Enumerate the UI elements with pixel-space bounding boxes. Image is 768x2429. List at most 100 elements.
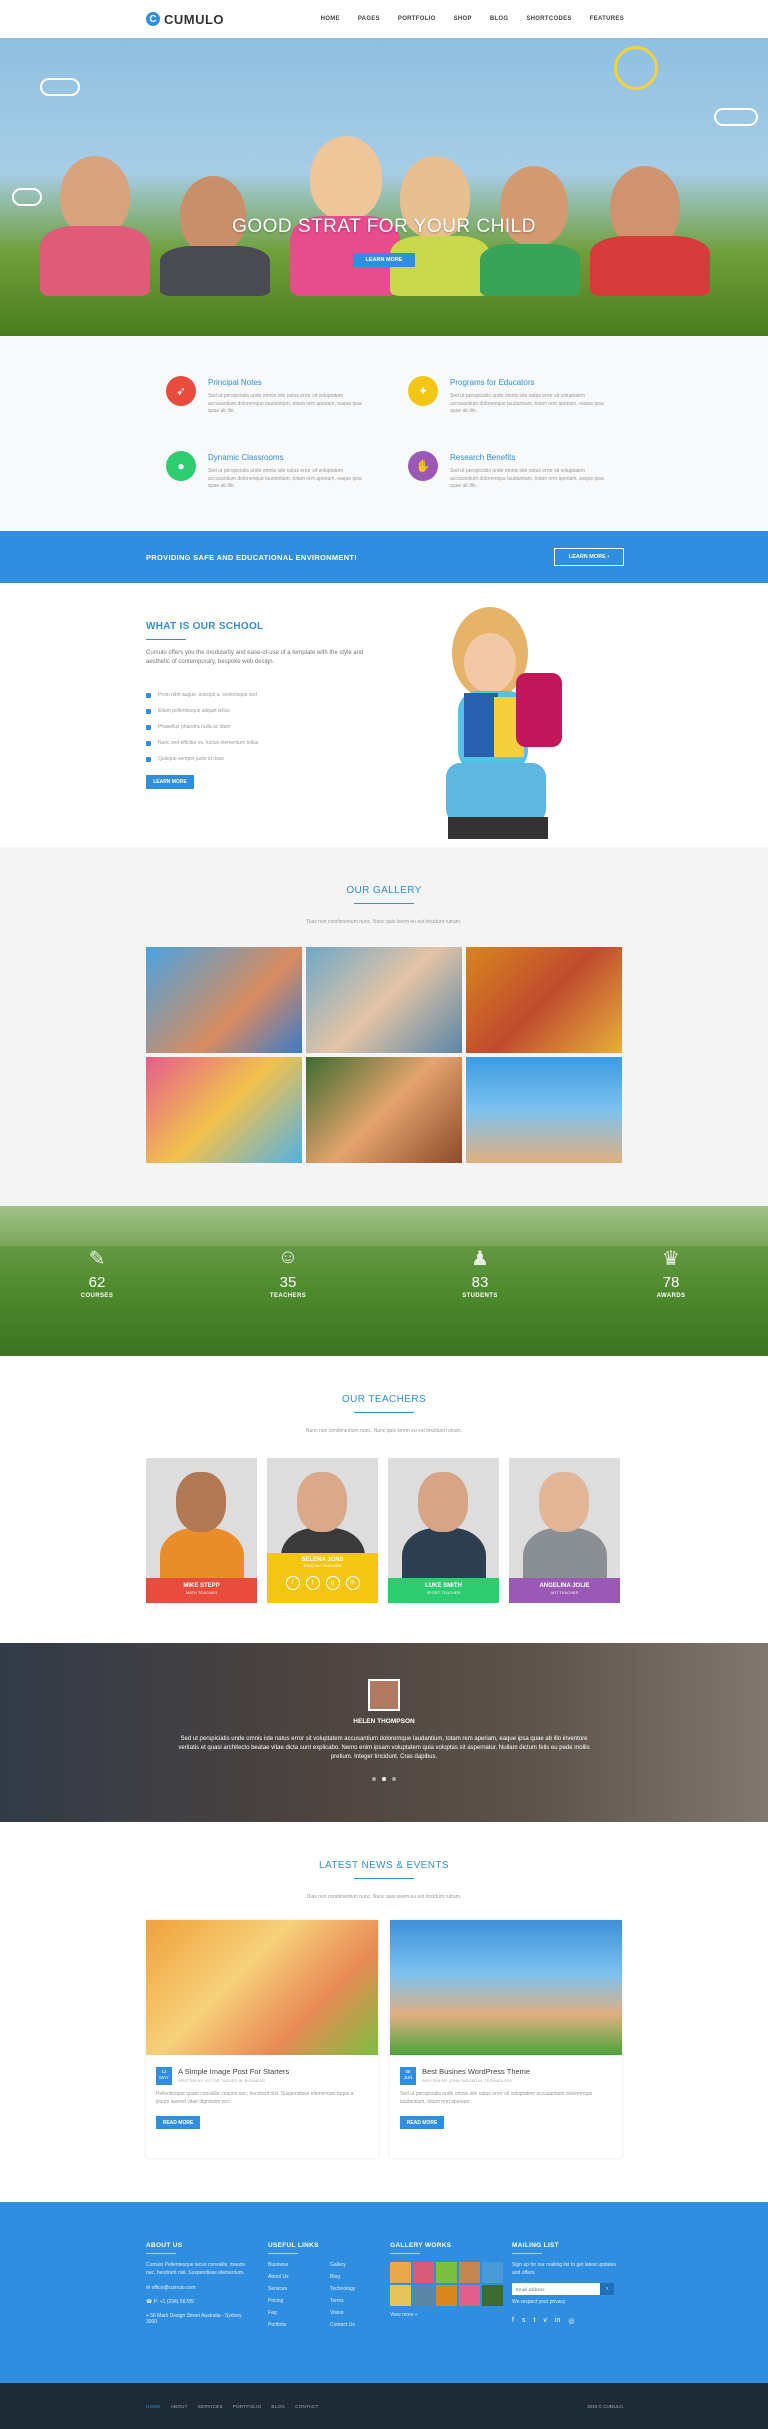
news-card: 08 JUN Best Busines WordPress Theme WRITTE… xyxy=(390,1920,622,2158)
nav-home[interactable]: HOME xyxy=(321,16,340,22)
email-input[interactable] xyxy=(512,2283,600,2295)
footer-link[interactable]: Vision xyxy=(330,2310,392,2316)
gallery-thumb[interactable] xyxy=(459,2262,480,2283)
gallery-image[interactable] xyxy=(466,947,622,1053)
gallery-thumb[interactable] xyxy=(482,2262,503,2283)
nav-blog[interactable]: BLOG xyxy=(490,16,509,22)
stat-awards: ♛ 78 AWARDS xyxy=(626,1246,716,1299)
news-date: 12 MAY xyxy=(156,2067,172,2085)
footer: ABOUT US Cumulo Pellentesque lacus conva… xyxy=(0,2202,768,2383)
footer-link[interactable]: Faq xyxy=(268,2310,330,2316)
news-title[interactable]: A Simple Image Post For Starters xyxy=(178,2067,289,2076)
google-icon[interactable]: g xyxy=(325,1576,340,1590)
stat-label: COURSES xyxy=(80,1293,114,1299)
school-section: WHAT IS OUR SCHOOL Cumulo offers you the… xyxy=(0,583,768,847)
skype-icon[interactable]: s xyxy=(522,2317,526,2325)
pagination-dot[interactable] xyxy=(392,1777,396,1781)
gallery-thumb[interactable] xyxy=(482,2285,503,2306)
gallery-thumb[interactable] xyxy=(413,2262,434,2283)
nav-shop[interactable]: SHOP xyxy=(454,16,472,22)
dribbble-icon[interactable]: ◎ xyxy=(568,2317,574,2325)
sun-doodle xyxy=(614,46,658,90)
feature-title: Principal Notes xyxy=(208,378,262,387)
footer-phone: ☎ P: +1 (234) 56789 xyxy=(146,2299,194,2305)
school-learn-more-button[interactable]: LEARN MORE xyxy=(146,775,194,789)
bottom-nav-portfolio[interactable]: PORTFOLIO xyxy=(233,2404,262,2409)
gallery-thumb[interactable] xyxy=(436,2262,457,2283)
bottom-bar: HOME ABOUT SERVICES PORTFOLIO BLOG CONTA… xyxy=(0,2383,768,2429)
hero-title: GOOD STRAT FOR YOUR CHILD xyxy=(232,216,536,237)
teacher-card[interactable]: MIKE STEPP MATH TEACHER xyxy=(146,1458,257,1603)
read-more-button[interactable]: READ MORE xyxy=(400,2116,444,2129)
bottom-nav-services[interactable]: SERVICES xyxy=(198,2404,223,2409)
read-more-button[interactable]: READ MORE xyxy=(156,2116,200,2129)
pagination-dot[interactable] xyxy=(372,1777,376,1781)
news-image[interactable] xyxy=(146,1920,378,2055)
gallery-thumb[interactable] xyxy=(413,2285,434,2306)
facebook-icon[interactable]: f xyxy=(285,1576,300,1590)
school-description: Cumulo offers you the modularity and eas… xyxy=(146,650,364,665)
bullet-icon xyxy=(146,756,151,762)
bottom-nav-home[interactable]: HOME xyxy=(146,2404,161,2409)
logo[interactable]: C CUMULO xyxy=(146,12,224,27)
stat-value: 62 xyxy=(88,1274,106,1291)
footer-link[interactable]: Portfolio xyxy=(268,2322,330,2328)
teacher-card[interactable]: LUKE SMITH SPORT TEACHER xyxy=(388,1458,499,1603)
footer-link[interactable]: Contact Us xyxy=(330,2322,392,2328)
teacher-card[interactable]: ANGELINA JOLIE ART TEACHER xyxy=(509,1458,620,1603)
twitter-icon[interactable]: t xyxy=(533,2317,535,2325)
gallery-thumb[interactable] xyxy=(390,2262,411,2283)
footer-link[interactable]: Services xyxy=(268,2286,330,2292)
rocket-icon: ➶ xyxy=(166,376,196,406)
phone-icon: ☎ xyxy=(146,2299,154,2305)
bottom-nav-contact[interactable]: CONTACT xyxy=(295,2404,319,2409)
nav-features[interactable]: FEATURES xyxy=(590,16,624,22)
gallery-image[interactable] xyxy=(306,1057,462,1163)
news-cards: 12 MAY A Simple Image Post For Starters WR… xyxy=(146,1920,622,2158)
teacher-cards: MIKE STEPP MATH TEACHER SELENA JONS ENGLIS… xyxy=(146,1458,620,1603)
twitter-icon[interactable]: t xyxy=(305,1576,320,1590)
news-image[interactable] xyxy=(390,1920,622,2055)
linkedin-icon[interactable]: in xyxy=(555,2317,560,2325)
banner-learn-more-button[interactable]: LEARN MORE › xyxy=(554,548,624,566)
teacher-card[interactable]: SELENA JONS ENGLISH TEACHER f t g in xyxy=(267,1458,378,1603)
gallery-image[interactable] xyxy=(146,947,302,1053)
footer-link[interactable]: Business xyxy=(268,2262,330,2268)
linkedin-icon[interactable]: in xyxy=(345,1576,360,1590)
footer-gallery: GALLERY WORKS View more » xyxy=(390,2242,503,2318)
bullet-icon xyxy=(146,740,151,746)
hero-learn-more-button[interactable]: LEARN MORE xyxy=(353,253,415,267)
footer-link[interactable]: Gallery xyxy=(330,2262,392,2268)
footer-link[interactable]: Technology xyxy=(330,2286,392,2292)
bottom-nav-about[interactable]: ABOUT xyxy=(171,2404,188,2409)
hero-slider: GOOD STRAT FOR YOUR CHILD LEARN MORE xyxy=(0,38,768,336)
gallery-thumb[interactable] xyxy=(390,2285,411,2306)
news-byline: WRITTEN BY: VICTOR TAGGED IN: BUSINESS xyxy=(178,2078,265,2083)
footer-link[interactable]: Terms xyxy=(330,2298,392,2304)
gallery-image[interactable] xyxy=(466,1057,622,1163)
pagination-dot-active[interactable] xyxy=(382,1777,386,1781)
gallery-thumb[interactable] xyxy=(459,2285,480,2306)
features-section: ➶ Principal Notes Sed ut perspiciatis und… xyxy=(0,336,768,531)
gallery-thumb[interactable] xyxy=(436,2285,457,2306)
gallery-image[interactable] xyxy=(146,1057,302,1163)
bottom-nav-blog[interactable]: BLOG xyxy=(271,2404,285,2409)
subscribe-button[interactable]: › xyxy=(600,2283,614,2295)
news-title[interactable]: Best Busines WordPress Theme xyxy=(422,2067,530,2076)
view-more-link[interactable]: View more » xyxy=(390,2312,503,2318)
gallery-image[interactable] xyxy=(306,947,462,1053)
section-subtitle: Nunc non condimentum nunc. Nunc quis lor… xyxy=(305,1428,463,1434)
footer-link[interactable]: Blog xyxy=(330,2274,392,2280)
footer-link[interactable]: Pricing xyxy=(268,2298,330,2304)
nav-shortcodes[interactable]: SHORTCODES xyxy=(526,16,571,22)
list-item: Nunc sed efficitur ex, luctus elementum … xyxy=(146,735,258,751)
feature-text: Sed ut perspiciatis unde omnis iste natu… xyxy=(450,468,604,489)
nav-portfolio[interactable]: PORTFOLIO xyxy=(398,16,436,22)
footer-link[interactable]: About Us xyxy=(268,2274,330,2280)
nav-pages[interactable]: PAGES xyxy=(358,16,380,22)
footer-heading: MAILING LIST xyxy=(512,2242,559,2249)
footer-email[interactable]: ✉ office@cumulo.com xyxy=(146,2285,246,2291)
pencil-icon: ✎ xyxy=(88,1248,106,1270)
vimeo-icon[interactable]: v xyxy=(543,2317,547,2325)
facebook-icon[interactable]: f xyxy=(512,2317,514,2325)
